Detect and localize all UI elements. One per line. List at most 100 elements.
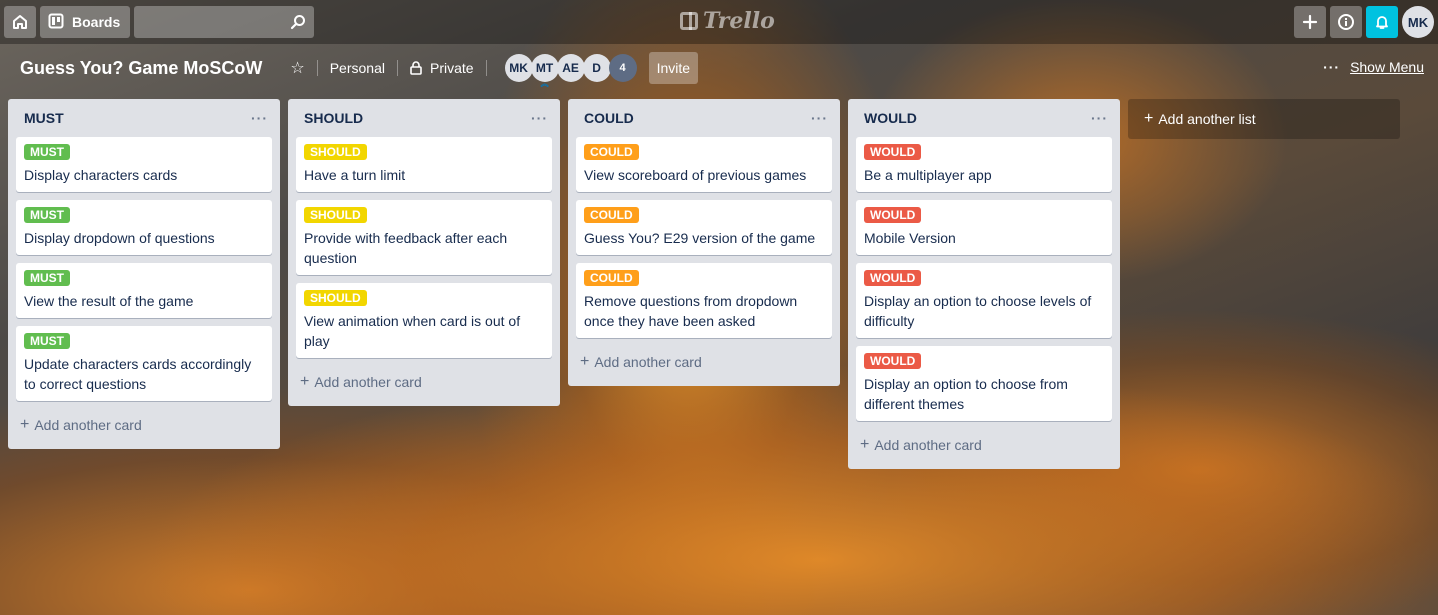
- member-avatar[interactable]: AE: [556, 54, 585, 82]
- card-title: Display an option to choose levels of di…: [864, 293, 1092, 329]
- card-title: Have a turn limit: [304, 167, 406, 183]
- boards-icon: [48, 13, 64, 32]
- would-label: WOULD: [864, 353, 922, 369]
- card-title: Provide with feedback after each questio…: [304, 230, 508, 266]
- divider: [485, 60, 487, 76]
- plus-icon: +: [860, 436, 870, 453]
- card[interactable]: SHOULD View animation when card is out o…: [296, 283, 552, 358]
- card-title: Guess You? E29 version of the game: [584, 230, 816, 246]
- should-label: SHOULD: [304, 290, 367, 306]
- card[interactable]: MUST View the result of the game: [16, 263, 272, 318]
- trello-logo-icon: [680, 12, 698, 30]
- search-input[interactable]: [134, 6, 315, 38]
- card-title: Mobile Version: [864, 230, 956, 246]
- member-avatar[interactable]: MK: [504, 54, 533, 82]
- list-header[interactable]: SHOULD ···: [296, 99, 552, 137]
- card[interactable]: WOULD Be a multiplayer app: [856, 137, 1112, 192]
- list-title[interactable]: COULD: [584, 110, 634, 126]
- must-label: MUST: [24, 333, 70, 349]
- could-label: COULD: [584, 207, 639, 223]
- card[interactable]: COULD Remove questions from dropdown onc…: [576, 263, 832, 338]
- search-box: [134, 6, 315, 38]
- user-avatar[interactable]: MK: [1402, 6, 1434, 38]
- would-label: WOULD: [864, 207, 922, 223]
- list-title[interactable]: MUST: [24, 110, 64, 126]
- list-menu-icon[interactable]: ···: [1091, 110, 1108, 126]
- should-label: SHOULD: [304, 207, 367, 223]
- boards-button[interactable]: Boards: [40, 6, 131, 38]
- add-card-label: Add another card: [874, 437, 982, 453]
- member-avatar[interactable]: MT ︽: [530, 54, 559, 88]
- card[interactable]: MUST Update characters cards accordingly…: [16, 326, 272, 401]
- add-card-button[interactable]: + Add another card: [576, 346, 832, 378]
- card[interactable]: WOULD Display an option to choose from d…: [856, 346, 1112, 421]
- card-title: Update characters cards accordingly to c…: [24, 356, 252, 392]
- board-header: Guess You? Game MoSCoW ☆ Personal Privat…: [0, 50, 1438, 88]
- card-title: View animation when card is out of play: [304, 313, 521, 349]
- header-actions: MK: [1294, 6, 1434, 38]
- add-card-label: Add another card: [314, 374, 422, 390]
- team-button[interactable]: Personal: [330, 60, 385, 76]
- add-card-button[interactable]: + Add another card: [856, 429, 1112, 461]
- card[interactable]: COULD Guess You? E29 version of the game: [576, 200, 832, 255]
- create-button[interactable]: [1294, 6, 1326, 38]
- search-icon[interactable]: [290, 14, 306, 33]
- home-icon: [13, 15, 27, 29]
- add-card-button[interactable]: + Add another card: [296, 366, 552, 398]
- list-title[interactable]: SHOULD: [304, 110, 363, 126]
- trello-logo[interactable]: Trello: [680, 8, 775, 34]
- list-menu-icon[interactable]: ···: [251, 110, 268, 126]
- list-header[interactable]: COULD ···: [576, 99, 832, 137]
- must-label: MUST: [24, 270, 70, 286]
- card[interactable]: SHOULD Have a turn limit: [296, 137, 552, 192]
- lock-icon: [410, 61, 422, 75]
- plus-icon: +: [580, 353, 590, 370]
- board-title[interactable]: Guess You? Game MoSCoW: [20, 58, 262, 79]
- card[interactable]: MUST Display characters cards: [16, 137, 272, 192]
- visibility-button[interactable]: Private: [430, 60, 474, 76]
- board-members: MK MT ︽ AE D 4: [504, 54, 637, 88]
- home-button[interactable]: [4, 6, 36, 38]
- list-header[interactable]: MUST ···: [16, 99, 272, 137]
- add-list-button[interactable]: + Add another list: [1128, 99, 1400, 139]
- list-must: MUST ··· MUST Display characters cards M…: [8, 99, 280, 449]
- info-icon: [1338, 14, 1354, 30]
- plus-icon: +: [300, 373, 310, 390]
- add-card-label: Add another card: [594, 354, 702, 370]
- member-count[interactable]: 4: [608, 54, 637, 82]
- card[interactable]: WOULD Mobile Version: [856, 200, 1112, 255]
- member-initials: MT: [535, 61, 554, 75]
- list-menu-icon[interactable]: ···: [811, 110, 828, 126]
- add-card-button[interactable]: + Add another card: [16, 409, 272, 441]
- notifications-button[interactable]: [1366, 6, 1398, 38]
- more-icon: ···: [1323, 59, 1341, 75]
- card[interactable]: MUST Display dropdown of questions: [16, 200, 272, 255]
- add-card-label: Add another card: [34, 417, 142, 433]
- card[interactable]: WOULD Display an option to choose levels…: [856, 263, 1112, 338]
- member-avatar[interactable]: D: [582, 54, 611, 82]
- show-menu-label: Show Menu: [1350, 59, 1424, 75]
- list-title[interactable]: WOULD: [864, 110, 917, 126]
- info-button[interactable]: [1330, 6, 1362, 38]
- divider: [316, 60, 318, 76]
- list-header[interactable]: WOULD ···: [856, 99, 1112, 137]
- top-header: Boards Trello MK: [0, 0, 1438, 44]
- must-label: MUST: [24, 207, 70, 223]
- card-title: View the result of the game: [24, 293, 194, 309]
- should-label: SHOULD: [304, 144, 367, 160]
- show-menu-button[interactable]: ··· Show Menu: [1323, 59, 1424, 75]
- could-label: COULD: [584, 144, 639, 160]
- card[interactable]: COULD View scoreboard of previous games: [576, 137, 832, 192]
- could-label: COULD: [584, 270, 639, 286]
- card-title: Display dropdown of questions: [24, 230, 215, 246]
- plus-icon: +: [20, 416, 30, 433]
- admin-chevron-icon: ︽: [540, 79, 549, 88]
- card-title: Remove questions from dropdown once they…: [584, 293, 798, 329]
- list-menu-icon[interactable]: ···: [531, 110, 548, 126]
- card-title: Be a multiplayer app: [864, 167, 992, 183]
- card[interactable]: SHOULD Provide with feedback after each …: [296, 200, 552, 275]
- logo-text: Trello: [703, 8, 775, 34]
- invite-button[interactable]: Invite: [648, 52, 699, 84]
- card-title: View scoreboard of previous games: [584, 167, 807, 183]
- star-icon[interactable]: ☆: [290, 58, 304, 78]
